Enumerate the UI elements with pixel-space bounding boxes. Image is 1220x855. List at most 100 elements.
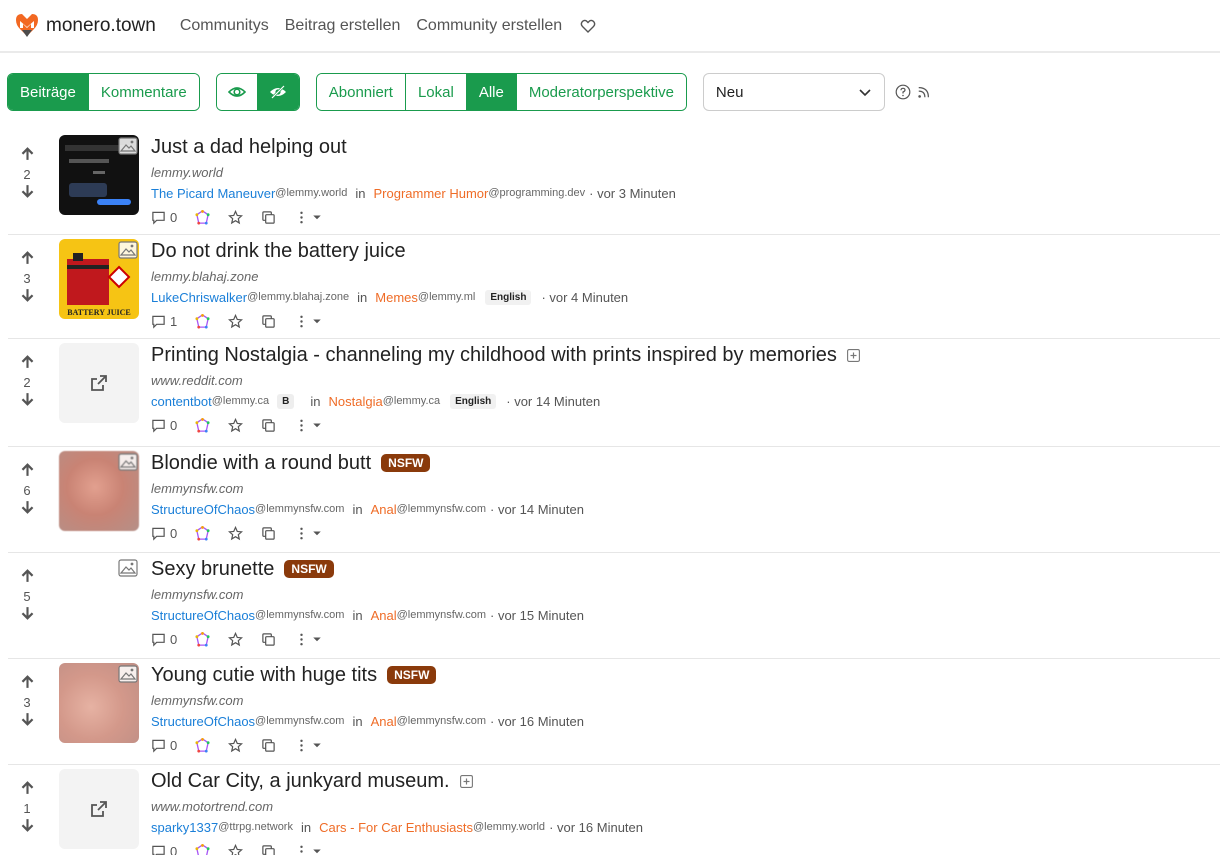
heart-icon[interactable] — [580, 18, 596, 34]
post-community[interactable]: Cars - For Car Enthusiasts — [319, 820, 473, 835]
downvote-button[interactable] — [19, 817, 36, 838]
brand-link[interactable]: monero.town — [12, 11, 156, 41]
nav-create-post[interactable]: Beitrag erstellen — [285, 17, 401, 35]
copy-button[interactable] — [261, 418, 276, 433]
nav-create-community[interactable]: Community erstellen — [416, 17, 562, 35]
crosspost-button[interactable] — [195, 631, 210, 647]
upvote-button[interactable] — [19, 673, 36, 694]
crosspost-button[interactable] — [195, 525, 210, 541]
post-domain[interactable]: www.motortrend.com — [151, 799, 1220, 815]
expand-icon[interactable] — [459, 774, 473, 788]
crosspost-button[interactable] — [195, 209, 210, 225]
sort-select[interactable]: Neu — [702, 73, 885, 111]
crosspost-button[interactable] — [195, 417, 210, 433]
upvote-button[interactable] — [19, 145, 36, 166]
post-thumbnail[interactable] — [59, 343, 139, 423]
post-domain[interactable]: lemmy.world — [151, 165, 1220, 181]
save-button[interactable] — [228, 843, 244, 855]
downvote-button[interactable] — [19, 183, 36, 204]
save-button[interactable] — [228, 737, 244, 753]
comments-button[interactable]: 0 — [151, 210, 177, 225]
expand-icon[interactable] — [846, 348, 860, 362]
copy-button[interactable] — [261, 210, 276, 225]
post-thumbnail[interactable] — [59, 451, 139, 531]
post-author[interactable]: StructureOfChaos — [151, 714, 255, 729]
posts-toggle-button[interactable]: Beiträge — [8, 74, 89, 110]
post-title[interactable]: Printing Nostalgia - channeling my child… — [151, 344, 837, 367]
copy-button[interactable] — [261, 526, 276, 541]
post-domain[interactable]: lemmy.blahaj.zone — [151, 269, 1220, 285]
post-domain[interactable]: lemmynsfw.com — [151, 587, 1220, 603]
comments-button[interactable]: 0 — [151, 632, 177, 647]
listing-subscribed-button[interactable]: Abonniert — [316, 74, 406, 110]
post-community[interactable]: Anal — [371, 714, 397, 729]
listing-moderator-button[interactable]: Moderatorperspektive — [516, 74, 686, 110]
upvote-button[interactable] — [19, 567, 36, 588]
upvote-button[interactable] — [19, 779, 36, 800]
save-button[interactable] — [228, 417, 244, 433]
downvote-button[interactable] — [19, 499, 36, 520]
save-button[interactable] — [228, 525, 244, 541]
comments-button[interactable]: 1 — [151, 314, 177, 329]
post-title[interactable]: Old Car City, a junkyard museum. — [151, 770, 450, 793]
downvote-button[interactable] — [19, 711, 36, 732]
rss-icon[interactable] — [917, 85, 931, 99]
post-author[interactable]: contentbot — [151, 394, 212, 409]
hide-read-button[interactable] — [257, 74, 299, 110]
copy-button[interactable] — [261, 844, 276, 855]
post-title[interactable]: Young cutie with huge tits — [151, 664, 377, 687]
upvote-button[interactable] — [19, 353, 36, 374]
show-read-button[interactable] — [216, 74, 258, 110]
post-author[interactable]: LukeChriswalker — [151, 290, 247, 305]
more-button[interactable] — [294, 210, 323, 225]
post-thumbnail[interactable] — [59, 557, 139, 637]
post-community[interactable]: Anal — [371, 608, 397, 623]
post-community[interactable]: Programmer Humor — [374, 186, 489, 201]
post-community[interactable]: Nostalgia — [329, 394, 383, 409]
comments-button[interactable]: 0 — [151, 526, 177, 541]
copy-button[interactable] — [261, 314, 276, 329]
more-button[interactable] — [294, 314, 323, 329]
listing-local-button[interactable]: Lokal — [405, 74, 467, 110]
save-button[interactable] — [228, 209, 244, 225]
post-thumbnail[interactable] — [59, 135, 139, 215]
upvote-button[interactable] — [19, 249, 36, 270]
nav-communities[interactable]: Communitys — [180, 17, 269, 35]
post-title[interactable]: Just a dad helping out — [151, 136, 347, 159]
crosspost-button[interactable] — [195, 737, 210, 753]
downvote-button[interactable] — [19, 605, 36, 626]
post-domain[interactable]: lemmynsfw.com — [151, 481, 1220, 497]
post-author[interactable]: StructureOfChaos — [151, 608, 255, 623]
post-author[interactable]: The Picard Maneuver — [151, 186, 275, 201]
more-button[interactable] — [294, 738, 323, 753]
crosspost-button[interactable] — [195, 843, 210, 855]
post-title[interactable]: Sexy brunette — [151, 558, 274, 581]
post-thumbnail[interactable] — [59, 769, 139, 849]
post-domain[interactable]: www.reddit.com — [151, 373, 1220, 389]
upvote-button[interactable] — [19, 461, 36, 482]
more-button[interactable] — [294, 526, 323, 541]
save-button[interactable] — [228, 313, 244, 329]
comments-button[interactable]: 0 — [151, 738, 177, 753]
post-community[interactable]: Anal — [371, 502, 397, 517]
copy-button[interactable] — [261, 738, 276, 753]
downvote-button[interactable] — [19, 391, 36, 412]
post-author[interactable]: sparky1337 — [151, 820, 218, 835]
comments-toggle-button[interactable]: Kommentare — [88, 74, 199, 110]
post-thumbnail[interactable] — [59, 663, 139, 743]
post-title[interactable]: Do not drink the battery juice — [151, 240, 406, 263]
post-thumbnail[interactable]: BATTERY JUICE — [59, 239, 139, 319]
more-button[interactable] — [294, 418, 323, 433]
comments-button[interactable]: 0 — [151, 418, 177, 433]
post-author[interactable]: StructureOfChaos — [151, 502, 255, 517]
downvote-button[interactable] — [19, 287, 36, 308]
listing-all-button[interactable]: Alle — [466, 74, 517, 110]
more-button[interactable] — [294, 632, 323, 647]
post-community[interactable]: Memes — [375, 290, 418, 305]
crosspost-button[interactable] — [195, 313, 210, 329]
copy-button[interactable] — [261, 632, 276, 647]
comments-button[interactable]: 0 — [151, 844, 177, 855]
save-button[interactable] — [228, 631, 244, 647]
post-domain[interactable]: lemmynsfw.com — [151, 693, 1220, 709]
help-icon[interactable] — [895, 84, 911, 100]
